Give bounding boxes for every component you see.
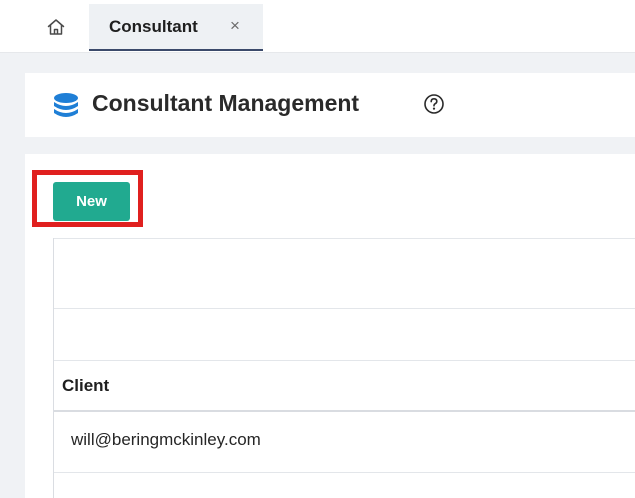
page-title: Consultant Management bbox=[92, 90, 360, 116]
database-icon bbox=[54, 93, 78, 117]
main-content: New Client will@beringmckinley.com bbox=[25, 154, 635, 498]
table-row-divider bbox=[54, 472, 635, 473]
tab-consultant[interactable]: Consultant × bbox=[89, 4, 263, 51]
table-divider bbox=[54, 238, 635, 239]
tab-label: Consultant bbox=[109, 17, 198, 36]
page-header: Consultant Management bbox=[25, 73, 635, 137]
consultant-table: Client will@beringmckinley.com bbox=[53, 238, 635, 498]
new-button[interactable]: New bbox=[53, 182, 130, 221]
header-divider bbox=[54, 410, 635, 412]
table-divider bbox=[54, 360, 635, 361]
question-circle-icon[interactable] bbox=[423, 93, 445, 115]
column-header-client[interactable]: Client bbox=[62, 376, 109, 396]
tab-bar: Consultant × bbox=[0, 0, 635, 53]
table-cell-client[interactable]: will@beringmckinley.com bbox=[71, 430, 261, 450]
table-divider bbox=[54, 308, 635, 309]
close-icon[interactable]: × bbox=[227, 16, 243, 36]
home-button[interactable] bbox=[45, 16, 67, 38]
home-icon bbox=[47, 19, 65, 35]
